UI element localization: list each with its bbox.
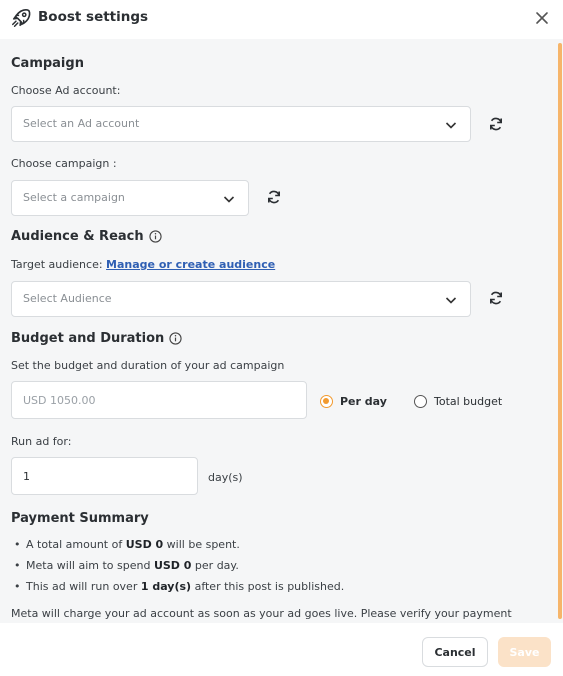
total-budget-label: Total budget <box>434 395 503 408</box>
total-budget-radio[interactable]: Total budget <box>414 395 502 408</box>
list-item: • Meta will aim to spend USD 0 per day. <box>14 559 239 572</box>
rocket-icon <box>12 9 31 27</box>
run-days-value: 1 <box>23 470 30 483</box>
refresh-campaign-icon[interactable] <box>266 189 282 205</box>
refresh-audience-icon[interactable] <box>488 290 504 306</box>
campaign-placeholder: Select a campaign <box>23 191 125 204</box>
campaign-section-title: Campaign <box>11 56 84 71</box>
ad-account-label: Choose Ad account: <box>11 84 121 97</box>
payment-section-title: Payment Summary <box>11 511 149 526</box>
chevron-down-icon <box>223 196 235 203</box>
dialog-title: Boost settings <box>38 9 149 25</box>
close-icon[interactable] <box>533 9 551 27</box>
budget-input[interactable]: USD 1050.00 <box>11 381 307 419</box>
campaign-label: Choose campaign : <box>11 157 117 170</box>
target-audience-label: Target audience: Manage or create audien… <box>11 258 276 271</box>
audience-select[interactable]: Select Audience <box>11 281 471 317</box>
info-icon[interactable] <box>148 230 162 243</box>
dialog-header: Boost settings <box>0 0 563 39</box>
budget-description: Set the budget and duration of your ad c… <box>11 359 285 372</box>
run-days-unit: day(s) <box>208 471 243 484</box>
dialog-body[interactable]: Campaign Choose Ad account: Select an Ad… <box>0 39 563 623</box>
cancel-button[interactable]: Cancel <box>422 637 488 667</box>
per-day-label: Per day <box>340 395 387 408</box>
campaign-select[interactable]: Select a campaign <box>11 180 249 216</box>
ad-account-select[interactable]: Select an Ad account <box>11 106 471 142</box>
list-item: • This ad will run over 1 day(s) after t… <box>14 580 345 593</box>
ad-account-placeholder: Select an Ad account <box>23 117 140 130</box>
audience-section-title: Audience & Reach <box>11 229 162 244</box>
run-ad-label: Run ad for: <box>11 435 72 448</box>
per-day-radio[interactable]: Per day <box>320 395 387 408</box>
chevron-down-icon <box>445 297 457 304</box>
list-item: • A total amount of USD 0 will be spent. <box>14 538 240 551</box>
payment-note: Meta will charge your ad account as soon… <box>11 607 512 620</box>
info-icon[interactable] <box>169 332 182 345</box>
dialog-footer: Cancel Save <box>0 623 563 676</box>
run-days-input[interactable]: 1 <box>11 457 198 495</box>
budget-section-title: Budget and Duration <box>11 331 182 346</box>
save-button[interactable]: Save <box>498 637 551 667</box>
refresh-ad-account-icon[interactable] <box>488 116 504 132</box>
scrollbar[interactable] <box>558 43 562 619</box>
budget-placeholder: USD 1050.00 <box>23 394 96 407</box>
chevron-down-icon <box>445 122 457 129</box>
radio-unselected-icon <box>414 395 427 408</box>
radio-selected-icon <box>320 395 333 408</box>
manage-audience-link[interactable]: Manage or create audience <box>106 258 275 271</box>
audience-placeholder: Select Audience <box>23 292 112 305</box>
payment-bullets: • A total amount of USD 0 will be spent.… <box>14 538 544 601</box>
